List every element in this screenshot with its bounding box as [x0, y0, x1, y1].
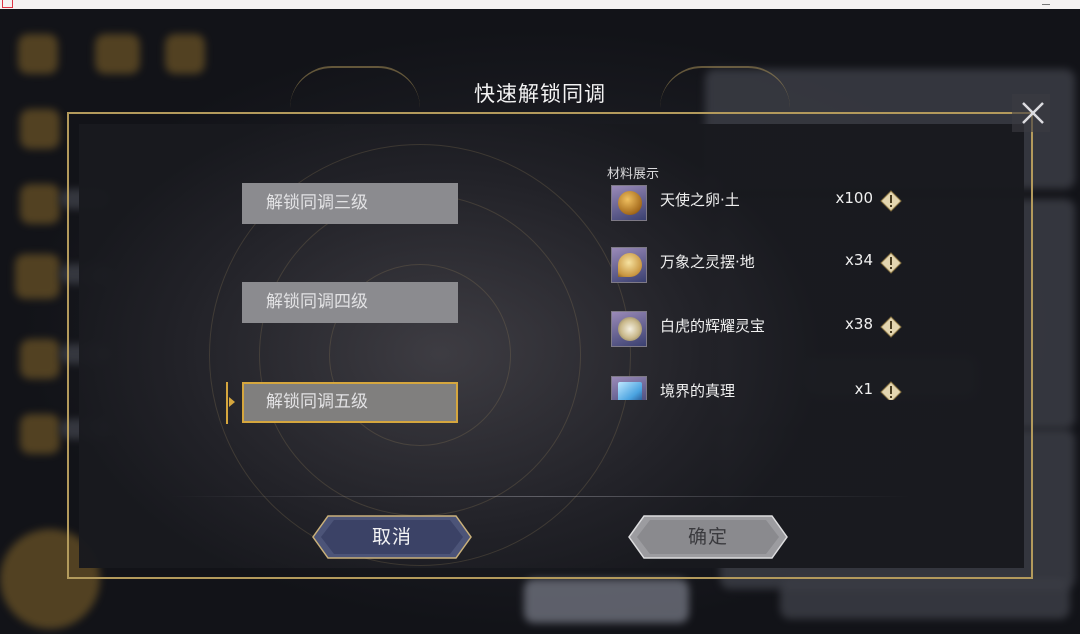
material-item: 天使之卵·土 x100: [600, 185, 920, 225]
info-diamond-icon[interactable]: [880, 252, 902, 274]
crystal-icon: [611, 376, 647, 400]
angel-egg-icon: [611, 185, 647, 221]
confirm-label: 确定: [687, 526, 728, 548]
material-qty: x100: [835, 189, 873, 207]
window-titlebar: [0, 0, 1080, 9]
material-item: 境界的真理 x1: [600, 376, 920, 400]
material-name: 天使之卵·土: [660, 191, 740, 209]
close-button[interactable]: [1011, 93, 1051, 133]
app-icon: [2, 0, 13, 8]
option-unlock-level-4[interactable]: 解锁同调四级: [242, 282, 458, 323]
material-item: 白虎的辉耀灵宝 x38: [600, 311, 920, 351]
materials-list[interactable]: 天使之卵·土 x100 万象之灵摆·地 x34 白虎的辉耀灵宝 x38 境界的真…: [600, 185, 920, 400]
material-name: 境界的真理: [660, 382, 736, 400]
material-name: 万象之灵摆·地: [660, 253, 755, 271]
info-diamond-icon[interactable]: [880, 316, 902, 338]
selected-marker-icon: [226, 382, 238, 424]
material-qty: x34: [845, 251, 873, 269]
minimize-icon[interactable]: [1042, 0, 1050, 5]
option-unlock-level-5[interactable]: 解锁同调五级: [242, 382, 458, 423]
info-diamond-icon[interactable]: [880, 190, 902, 212]
materials-heading: 材料展示: [607, 167, 660, 182]
pendulum-icon: [611, 247, 647, 283]
material-item: 万象之灵摆·地 x34: [600, 247, 920, 287]
dialog-title: 快速解锁同调: [474, 82, 606, 106]
white-tiger-treasure-icon: [611, 311, 647, 347]
confirm-button[interactable]: 确定: [628, 515, 788, 559]
material-qty: x38: [845, 315, 873, 333]
divider: [170, 496, 910, 497]
option-unlock-level-3[interactable]: 解锁同调三级: [242, 183, 458, 224]
cancel-button[interactable]: 取消: [312, 515, 472, 559]
close-x-icon: [1012, 94, 1050, 132]
cancel-label: 取消: [371, 526, 412, 548]
material-name: 白虎的辉耀灵宝: [660, 317, 766, 335]
info-diamond-icon[interactable]: [880, 381, 902, 400]
material-qty: x1: [854, 380, 873, 398]
